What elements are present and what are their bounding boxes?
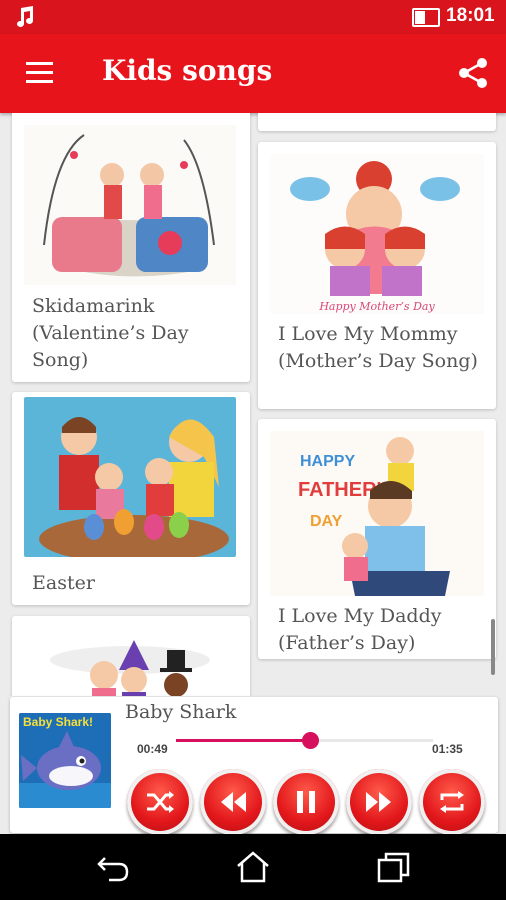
album-art-text: Baby Shark! — [23, 715, 94, 729]
fast-forward-button[interactable] — [346, 769, 412, 835]
repeat-button[interactable] — [419, 769, 485, 835]
song-title: Skidamarink (Valentine’s Day Song) — [32, 295, 189, 371]
back-icon[interactable] — [95, 850, 131, 884]
costumes-thumbnail — [24, 630, 236, 696]
rewind-icon — [221, 792, 246, 812]
system-nav-bar — [0, 834, 506, 900]
fathers-day-image-text-1: HAPPY — [300, 453, 355, 470]
pause-icon — [297, 791, 315, 813]
scrollbar[interactable] — [491, 619, 495, 675]
song-card-partial-top[interactable] — [258, 113, 496, 131]
song-card-skidamarink[interactable]: Skidamarink (Valentine’s Day Song) — [12, 113, 250, 382]
easter-thumbnail — [24, 397, 236, 557]
album-art: Baby Shark! — [19, 713, 111, 808]
fathers-day-image-text-3: DAY — [310, 513, 343, 530]
song-title: I Love My Daddy (Father’s Day) — [278, 605, 442, 654]
fathers-day-thumbnail: HAPPY FATHER'S DAY — [270, 431, 484, 596]
valentine-thumbnail — [24, 125, 236, 285]
shuffle-button[interactable] — [127, 769, 193, 835]
music-note-icon — [17, 6, 33, 27]
fast-forward-icon — [366, 792, 391, 812]
song-card-easter[interactable]: Easter — [12, 392, 250, 605]
seek-bar[interactable] — [176, 732, 433, 749]
mothers-day-image-text: Happy Mother’s Day — [318, 300, 435, 313]
rewind-button[interactable] — [200, 769, 266, 835]
app-bar: Kids songs — [0, 34, 506, 113]
status-bar: 18:01 — [0, 0, 506, 34]
current-time: 00:49 — [137, 742, 168, 756]
song-card-i-love-my-daddy[interactable]: HAPPY FATHER'S DAY I Love My Daddy (Fath… — [258, 419, 496, 659]
hamburger-menu-icon[interactable] — [26, 62, 53, 83]
song-grid: Skidamarink (Valentine’s Day Song) Happy… — [0, 113, 506, 696]
clock: 18:01 — [446, 5, 495, 26]
page-title: Kids songs — [102, 54, 273, 87]
repeat-icon — [440, 791, 464, 813]
now-playing-title: Baby Shark — [125, 701, 237, 723]
song-card-i-love-my-mommy[interactable]: Happy Mother’s Day I Love My Mommy (Moth… — [258, 142, 496, 409]
total-time: 01:35 — [432, 742, 463, 756]
shuffle-icon — [147, 791, 174, 813]
home-icon[interactable] — [235, 850, 271, 884]
mothers-day-thumbnail: Happy Mother’s Day — [270, 154, 484, 314]
share-icon[interactable] — [456, 56, 490, 90]
music-player: Baby Shark! Baby Shark 00:49 01:35 — [10, 697, 498, 835]
pause-button[interactable] — [273, 769, 339, 835]
recents-icon[interactable] — [376, 850, 412, 884]
song-card-kids-costumes[interactable] — [12, 616, 250, 696]
seek-bar-handle[interactable] — [301, 732, 319, 749]
seek-bar-progress — [176, 739, 310, 742]
song-title: I Love My Mommy (Mother’s Day Song) — [278, 323, 478, 372]
battery-icon — [412, 8, 440, 27]
song-title: Easter — [32, 572, 95, 594]
